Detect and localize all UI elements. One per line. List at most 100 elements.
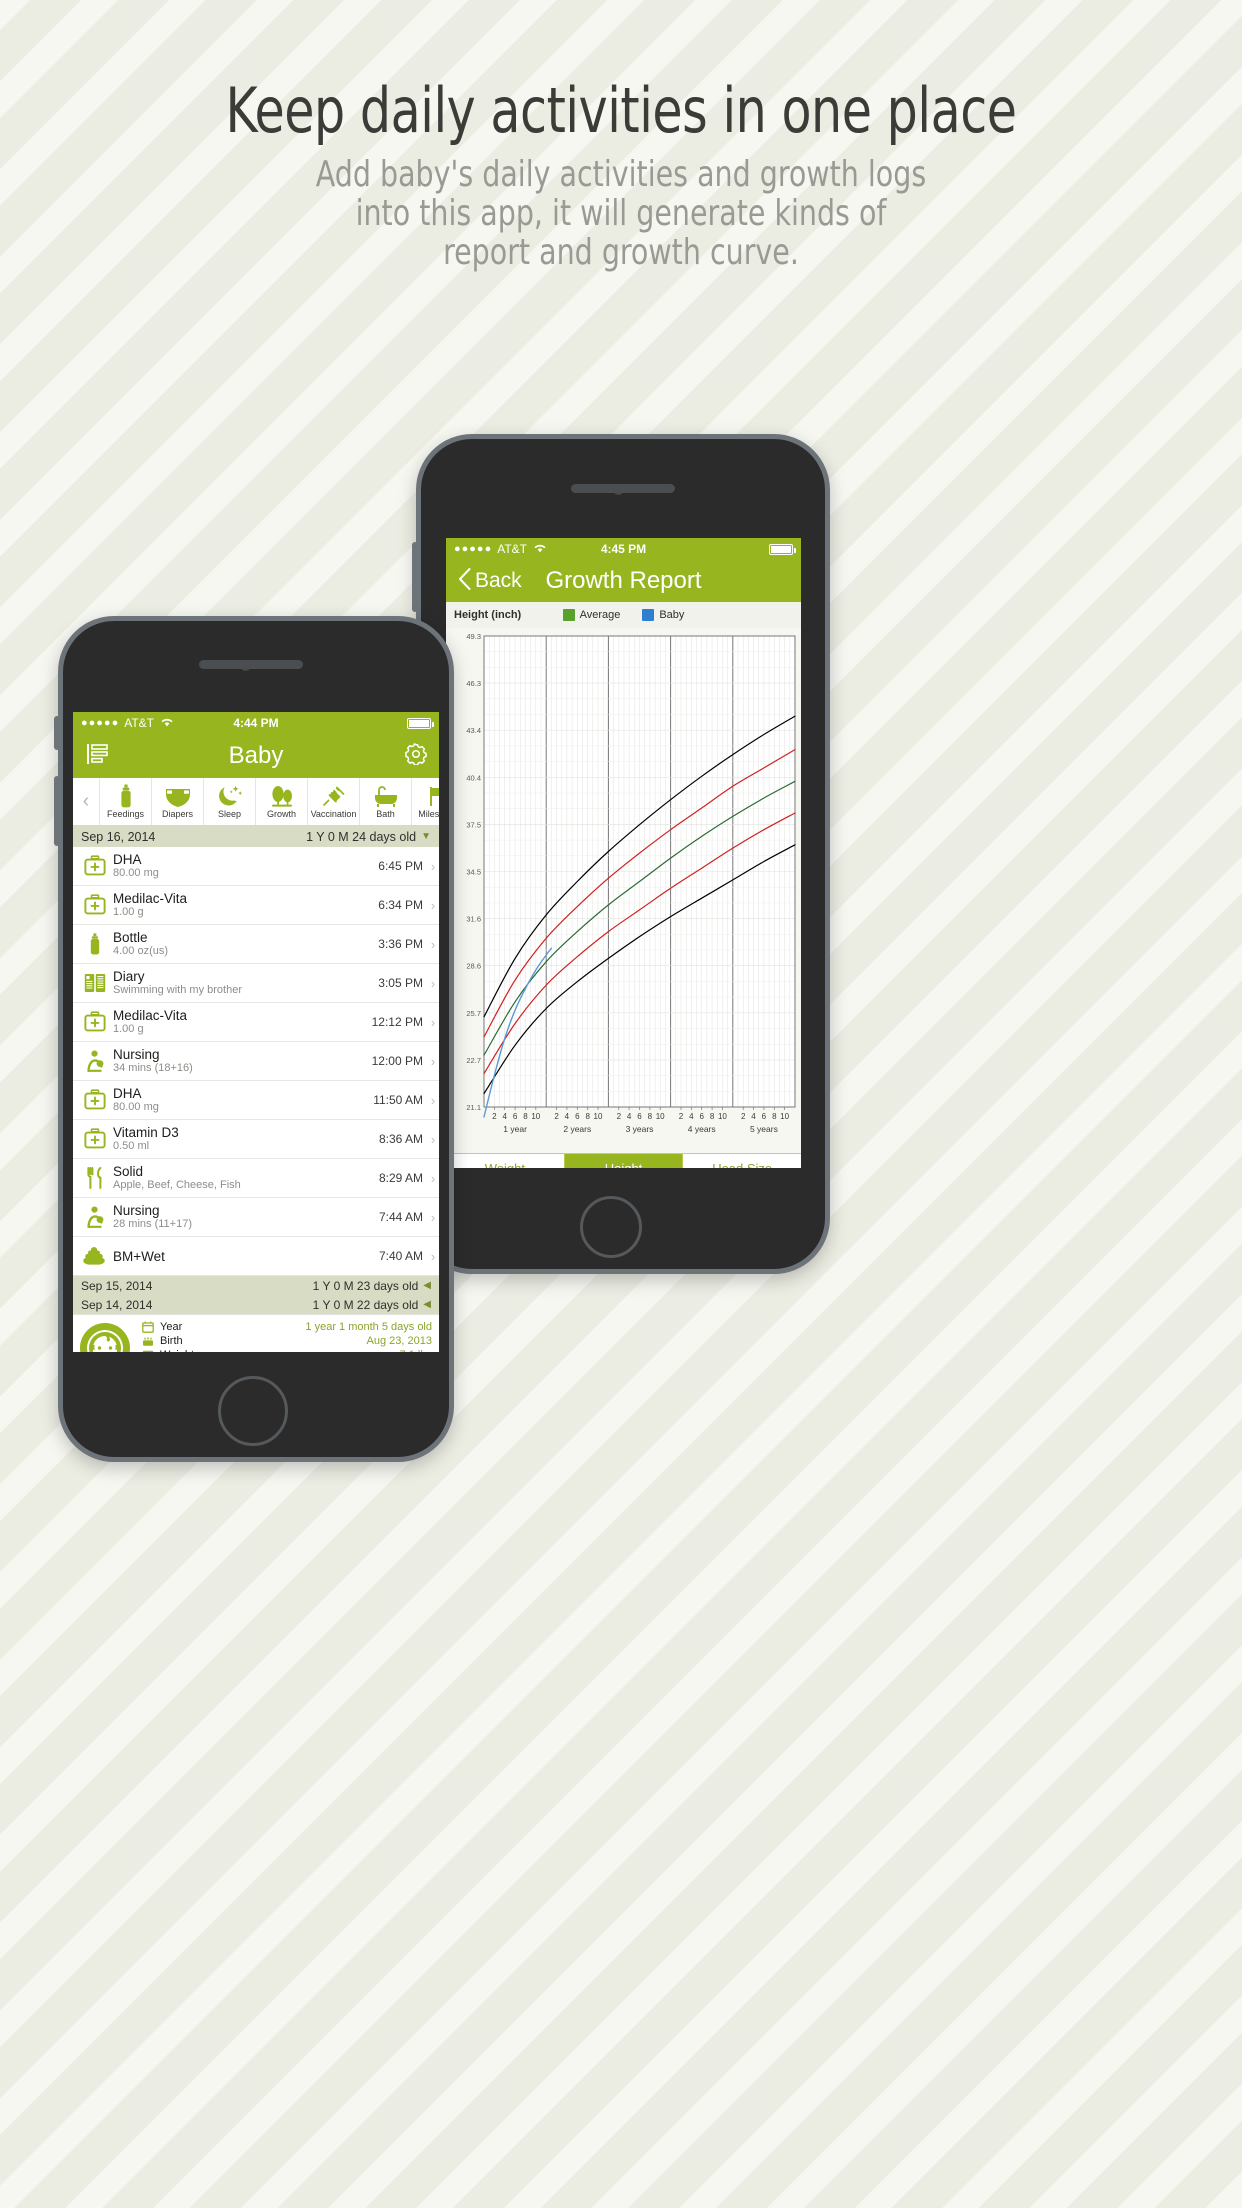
baby-summary-rows: Year 1 year 1 month 5 days old Birth Aug…	[140, 1320, 432, 1352]
activity-text: DHA 80.00 mg	[113, 852, 378, 880]
segment-height[interactable]: Height	[564, 1154, 684, 1168]
tab-bath[interactable]: Bath	[359, 778, 411, 825]
day-header-row-collapsed-2[interactable]: Sep 14, 2014 1 Y 0 M 22 days old ◀	[73, 1295, 439, 1314]
activity-row[interactable]: Nursing 28 mins (11+17) 7:44 AM ›	[73, 1198, 439, 1237]
activity-row[interactable]: DHA 80.00 mg 11:50 AM ›	[73, 1081, 439, 1120]
segment-head-size[interactable]: Head Size	[683, 1154, 801, 1168]
chevron-right-icon[interactable]: ›	[427, 1132, 439, 1147]
tab-feedings[interactable]: Feedings	[99, 778, 151, 825]
day-header-row-collapsed-1[interactable]: Sep 15, 2014 1 Y 0 M 23 days old ◀	[73, 1276, 439, 1295]
tab-vaccination[interactable]: Vaccination	[307, 778, 359, 825]
chevron-right-icon[interactable]: ›	[427, 898, 439, 913]
volume-button[interactable]	[412, 542, 418, 612]
svg-text:10: 10	[594, 1112, 603, 1121]
svg-text:46.3: 46.3	[466, 679, 481, 688]
activity-detail: 1.00 g	[113, 1023, 144, 1035]
activity-time: 3:36 PM	[378, 937, 423, 951]
legend-item-average: Average	[562, 609, 620, 621]
mute-switch[interactable]	[54, 716, 60, 750]
chevron-right-icon[interactable]: ›	[427, 1210, 439, 1225]
activity-row[interactable]: BM+Wet 7:40 AM ›	[73, 1237, 439, 1276]
chevron-right-icon[interactable]: ›	[427, 1249, 439, 1264]
trees-icon	[268, 784, 296, 808]
activity-row[interactable]: Bottle 4.00 oz(us) 3:36 PM ›	[73, 925, 439, 964]
chevron-left-icon[interactable]: ◀	[423, 1299, 431, 1310]
medicine-kit-icon	[81, 1011, 109, 1033]
activity-row[interactable]: DHA 80.00 mg 6:45 PM ›	[73, 847, 439, 886]
activity-detail: 80.00 mg	[113, 867, 159, 879]
svg-text:22.7: 22.7	[466, 1056, 481, 1065]
menu-button[interactable]	[85, 742, 111, 771]
calendar-icon	[140, 1321, 156, 1333]
svg-text:4: 4	[627, 1112, 632, 1121]
chevron-right-icon[interactable]: ›	[427, 976, 439, 991]
home-button[interactable]	[218, 1376, 288, 1446]
activity-detail: 4.00 oz(us)	[113, 945, 169, 957]
svg-text:40.4: 40.4	[466, 773, 481, 782]
tab-sleep[interactable]: Sleep	[203, 778, 255, 825]
medicine-kit-icon	[81, 894, 109, 916]
collapsed-day-age-1: 1 Y 0 M 23 days old	[312, 1278, 419, 1293]
list-menu-icon	[85, 742, 111, 771]
svg-text:4 years: 4 years	[688, 1124, 716, 1134]
back-button[interactable]: Back	[458, 567, 522, 595]
moon-stars-icon	[217, 784, 243, 808]
activity-time: 6:45 PM	[378, 859, 423, 873]
svg-text:10: 10	[780, 1112, 789, 1121]
activity-title: Solid	[113, 1164, 144, 1179]
activity-time: 8:36 AM	[378, 1132, 423, 1146]
diary-book-icon	[81, 973, 109, 993]
activity-time: 7:40 AM	[378, 1249, 423, 1263]
status-clock-front: 4:44 PM	[233, 716, 279, 730]
activity-row[interactable]: Diary Swimming with my brother 3:05 PM ›	[73, 964, 439, 1003]
settings-button[interactable]	[405, 742, 427, 770]
activity-text: Medilac-Vita 1.00 g	[113, 891, 378, 919]
svg-text:10: 10	[718, 1112, 727, 1121]
svg-text:8: 8	[772, 1112, 777, 1121]
chevron-down-icon[interactable]: ▼	[421, 831, 431, 842]
chevron-right-icon[interactable]: ›	[427, 1171, 439, 1186]
svg-text:10: 10	[656, 1112, 665, 1121]
tab-diapers[interactable]: Diapers	[151, 778, 203, 825]
activity-row[interactable]: Medilac-Vita 1.00 g 6:34 PM ›	[73, 886, 439, 925]
summary-value-year: 1 year 1 month 5 days old	[305, 1321, 432, 1333]
activity-row[interactable]: Solid Apple, Beef, Cheese, Fish 8:29 AM ›	[73, 1159, 439, 1198]
segment-weight[interactable]: Weight	[446, 1154, 565, 1168]
activity-time: 11:50 AM	[373, 1093, 423, 1107]
tab-milestone[interactable]: Milestone	[411, 778, 439, 825]
tab-growth[interactable]: Growth	[255, 778, 307, 825]
activity-detail: 28 mins (11+17)	[113, 1218, 192, 1230]
activity-time: 12:12 PM	[371, 1015, 423, 1029]
growth-chart[interactable]: 49.3 46.3 43.4 40.4 37.5 34.5 31.6 28.6 25.7 22.7…	[446, 628, 801, 1153]
tab-label-bath: Bath	[376, 809, 395, 819]
volume-button[interactable]	[54, 776, 60, 846]
chevron-right-icon[interactable]: ›	[427, 1054, 439, 1069]
chevron-left-icon[interactable]: ◀	[423, 1280, 431, 1291]
activity-row[interactable]: Nursing 34 mins (18+16) 12:00 PM ›	[73, 1042, 439, 1081]
baby-summary-panel[interactable]: Year 1 year 1 month 5 days old Birth Aug…	[73, 1314, 439, 1352]
chevron-right-icon[interactable]: ›	[427, 1093, 439, 1108]
chevron-right-icon[interactable]: ›	[427, 1015, 439, 1030]
activity-text: Nursing 28 mins (11+17)	[113, 1203, 379, 1231]
activity-list[interactable]: DHA 80.00 mg 6:45 PM › Medilac-Vita 1.00 g 6:…	[73, 847, 439, 1276]
chevron-right-icon[interactable]: ›	[427, 859, 439, 874]
legend-swatch-average	[562, 609, 575, 621]
activity-time: 3:05 PM	[378, 976, 423, 990]
tab-scroll-left-icon[interactable]: ‹	[73, 778, 99, 825]
day-header-row[interactable]: Sep 16, 2014 1 Y 0 M 24 days old ▼	[73, 826, 439, 847]
battery-icon	[769, 543, 796, 555]
baby-avatar-icon[interactable]	[80, 1323, 130, 1352]
metric-segmented-control[interactable]: Weight Height Head Size	[446, 1153, 801, 1168]
activity-row[interactable]: Medilac-Vita 1.00 g 12:12 PM ›	[73, 1003, 439, 1042]
category-tab-strip[interactable]: ‹ Feedings Diapers Sleep Growth Vaccinat…	[73, 778, 439, 826]
activity-text: Vitamin D3 0.50 ml	[113, 1125, 379, 1153]
chevron-right-icon[interactable]: ›	[427, 937, 439, 952]
home-button[interactable]	[580, 1196, 642, 1258]
summary-row-birth: Birth Aug 23, 2013	[140, 1334, 432, 1348]
activity-row[interactable]: Vitamin D3 0.50 ml 8:36 AM ›	[73, 1120, 439, 1159]
activity-title: BM+Wet	[113, 1248, 165, 1264]
activity-text: Nursing 34 mins (18+16)	[113, 1047, 372, 1075]
milestone-icon	[426, 784, 439, 808]
medicine-kit-icon	[81, 1089, 109, 1111]
activity-title: DHA	[113, 852, 142, 867]
